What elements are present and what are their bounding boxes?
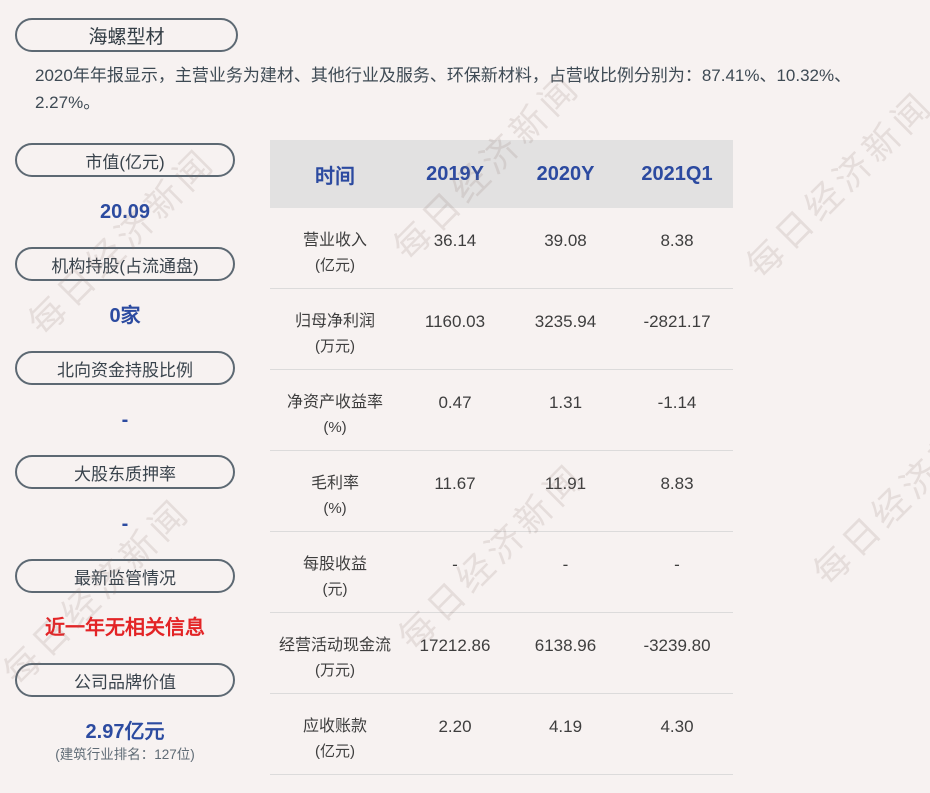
- cell-value: 11.91: [544, 474, 587, 493]
- market-cap-value: 20.09: [99, 201, 151, 223]
- row-label: 净资产收益率 (%): [286, 394, 383, 436]
- row-label: 营业收入 (亿元): [302, 232, 367, 274]
- row-label: 经营活动现金流 (万元): [278, 637, 391, 679]
- table-row-revenue: 营业收入 (亿元) 36.14 39.08 8.38: [270, 208, 733, 289]
- major-shareholder-pledge-value: -: [121, 513, 129, 535]
- northbound-holding-pill[interactable]: 北向资金持股比例: [15, 351, 235, 385]
- watermark-text: 每日经济新闻: [805, 390, 930, 594]
- business-description: 2020年年报显示，主营业务为建材、其他行业及服务、环保新材料，占营收比例分别为…: [35, 66, 852, 112]
- cell-value: 3235.94: [534, 312, 597, 331]
- brand-value-industry-rank: (建筑行业排名：127位): [55, 747, 195, 762]
- cell-value: -2821.17: [643, 312, 711, 331]
- table-row-accounts-receivable: 应收账款 (亿元) 2.20 4.19 4.30: [270, 694, 733, 775]
- row-label: 每股收益 (元): [302, 556, 367, 598]
- major-shareholder-pledge-label: 大股东质押率: [74, 464, 176, 484]
- cell-value: 1.31: [548, 393, 583, 412]
- cell-value: 2.20: [438, 717, 472, 736]
- table-row-roe: 净资产收益率 (%) 0.47 1.31 -1.14: [270, 370, 733, 451]
- table-header-2019y: 2019Y: [426, 162, 484, 185]
- metric-block-northbound-holding: 北向资金持股比例 -: [15, 351, 235, 432]
- row-label: 应收账款 (亿元): [302, 718, 367, 760]
- cell-value: 4.19: [548, 717, 583, 736]
- regulatory-status-label: 最新监管情况: [74, 568, 176, 588]
- market-cap-pill[interactable]: 市值(亿元): [15, 143, 235, 177]
- institutional-holding-value: 0家: [109, 305, 141, 327]
- cell-value: 36.14: [433, 231, 477, 250]
- regulatory-status-pill[interactable]: 最新监管情况: [15, 559, 235, 593]
- cell-value: 0.47: [438, 393, 472, 412]
- institutional-holding-label: 机构持股(占流通盘): [51, 256, 199, 276]
- cell-value: 17212.86: [419, 636, 491, 655]
- brand-value-pill[interactable]: 公司品牌价值: [15, 663, 235, 697]
- brand-value-value: 2.97亿元: [85, 721, 165, 743]
- cell-value: 11.67: [434, 474, 476, 493]
- metric-block-regulatory-status: 最新监管情况 近一年无相关信息: [15, 559, 235, 640]
- cell-value: 6138.96: [534, 636, 597, 655]
- cell-value: 4.30: [660, 717, 694, 736]
- stock-name-label: 海螺型材: [88, 26, 165, 48]
- financial-table: 时间 2019Y 2020Y 2021Q1 营业收入 (亿元) 36.14 39.…: [270, 140, 733, 775]
- northbound-holding-label: 北向资金持股比例: [57, 360, 193, 380]
- table-row-net-profit: 归母净利润 (万元) 1160.03 3235.94 -2821.17: [270, 289, 733, 370]
- cell-value: -3239.80: [643, 636, 711, 655]
- brand-value-label: 公司品牌价值: [74, 672, 176, 692]
- table-header-2021q1: 2021Q1: [641, 162, 713, 185]
- table-header-time: 时间: [315, 165, 355, 188]
- table-header-row: 时间 2019Y 2020Y 2021Q1: [270, 140, 733, 208]
- cell-value: -: [674, 555, 680, 574]
- row-label: 归母净利润 (万元): [294, 313, 375, 355]
- table-row-eps: 每股收益 (元) - - -: [270, 532, 733, 613]
- metric-block-major-shareholder-pledge: 大股东质押率 -: [15, 455, 235, 536]
- metric-block-brand-value: 公司品牌价值 2.97亿元 (建筑行业排名：127位): [15, 663, 235, 763]
- regulatory-status-value: 近一年无相关信息: [45, 617, 205, 639]
- cell-value: -1.14: [657, 393, 697, 412]
- institutional-holding-pill[interactable]: 机构持股(占流通盘): [15, 247, 235, 281]
- cell-value: 8.83: [660, 474, 694, 493]
- cell-value: 39.08: [544, 231, 587, 250]
- northbound-holding-value: -: [121, 409, 129, 431]
- row-label: 毛利率 (%): [310, 475, 359, 517]
- market-cap-label: 市值(亿元): [85, 152, 165, 172]
- cell-value: -: [452, 555, 458, 574]
- metric-block-institutional-holding: 机构持股(占流通盘) 0家: [15, 247, 235, 328]
- table-row-operating-cash-flow: 经营活动现金流 (万元) 17212.86 6138.96 -3239.80: [270, 613, 733, 694]
- table-row-gross-margin: 毛利率 (%) 11.67 11.91 8.83: [270, 451, 733, 532]
- metric-block-market-cap: 市值(亿元) 20.09: [15, 143, 235, 224]
- major-shareholder-pledge-pill[interactable]: 大股东质押率: [15, 455, 235, 489]
- table-header-2020y: 2020Y: [536, 162, 595, 185]
- cell-value: 8.38: [660, 231, 694, 250]
- cell-value: -: [562, 555, 569, 574]
- stock-name-pill[interactable]: 海螺型材: [15, 18, 238, 52]
- cell-value: 1160.03: [424, 312, 486, 331]
